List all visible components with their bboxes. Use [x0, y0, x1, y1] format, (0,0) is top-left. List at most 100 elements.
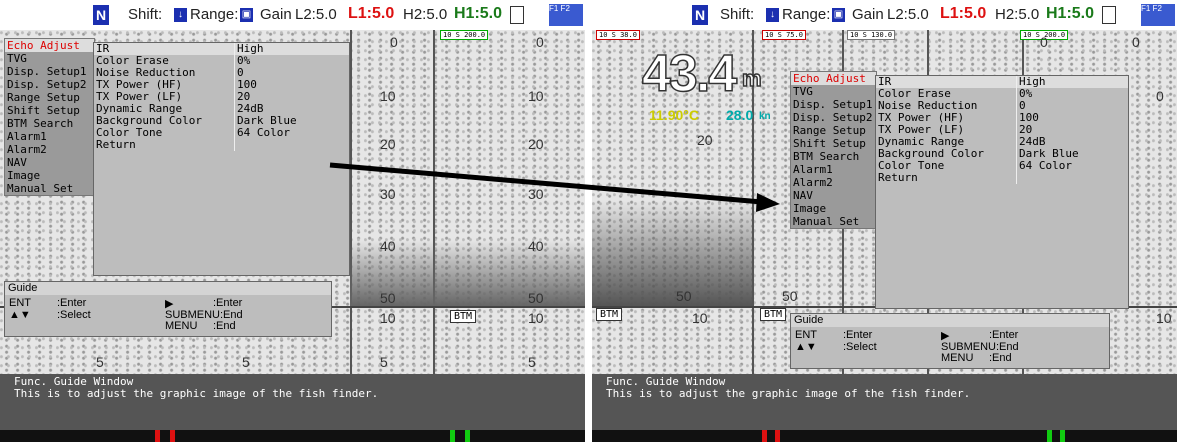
guide-end-desc: :End [989, 352, 1012, 364]
setting-label: Return [878, 171, 918, 184]
setting-row-return[interactable]: Return [94, 139, 349, 151]
menu-item-alarm1[interactable]: Alarm1 [5, 130, 94, 143]
divider-line [433, 30, 435, 375]
function-key-icon[interactable]: F1 F2 [1141, 4, 1175, 26]
menu-item-shift-setup[interactable]: Shift Setup [791, 137, 876, 150]
scale-5-c: 5 [380, 354, 388, 370]
gain-label: Gain [852, 6, 884, 23]
guide-updown-icon: ▲▼ [795, 341, 817, 353]
range-box-2: 10 S 75.0 [762, 30, 806, 40]
menu-item-nav[interactable]: NAV [791, 189, 876, 202]
menu-item-echo-adjust[interactable]: Echo Adjust [5, 39, 94, 52]
menu-item-disp-setup1[interactable]: Disp. Setup1 [791, 98, 876, 111]
status-bar: N Shift: ↓ Range: ▣ Gain L2:5.0 L1:5.0 H… [0, 0, 585, 30]
scale-10: 10 [380, 88, 396, 104]
green-marker [465, 430, 470, 442]
guide-window: Guide ENT :Enter ▲▼ :Select ▶ :Enter SUB… [4, 281, 332, 337]
gain-l2: L2:5.0 [887, 6, 929, 23]
scale-10-right: 10 [1156, 310, 1172, 326]
menu-item-alarm2[interactable]: Alarm2 [791, 176, 876, 189]
func-guide-title: Func. Guide Window [606, 375, 726, 388]
setting-value: High [234, 43, 349, 55]
btm-badge: BTM [596, 308, 623, 321]
scale-10-lower: 10 [380, 310, 396, 326]
depth-readout: 43.4 [641, 44, 738, 104]
scale-5-d: 5 [528, 354, 536, 370]
scale-0: 0 [390, 34, 398, 50]
red-marker [155, 430, 160, 442]
menu-item-disp-setup2[interactable]: Disp. Setup2 [5, 78, 94, 91]
menu-item-btm-search[interactable]: BTM Search [5, 117, 94, 130]
function-key-icon[interactable]: F1 F2 [549, 4, 583, 26]
func-guide-window: Func. Guide Window This is to adjust the… [0, 374, 585, 430]
setting-value [1016, 172, 1128, 184]
guide-ent-desc: :Enter [57, 297, 87, 309]
scale-50: 50 [676, 288, 692, 304]
menu-item-btm-search[interactable]: BTM Search [791, 150, 876, 163]
func-guide-text: This is to adjust the graphic image of t… [14, 387, 379, 400]
scale-5-b: 5 [242, 354, 250, 370]
setting-value: 100 [234, 79, 349, 91]
scale-50: 50 [380, 290, 396, 306]
shift-label: Shift: [128, 6, 163, 23]
menu-item-tvg[interactable]: TVG [791, 85, 876, 98]
menu-item-image[interactable]: Image [791, 202, 876, 215]
divider-line [350, 30, 352, 375]
menu-item-manual-set[interactable]: Manual Set [5, 182, 94, 195]
guide-select-desc: :Select [843, 341, 877, 353]
scale-20: 20 [380, 136, 396, 152]
depth-unit: m [741, 65, 762, 92]
setting-value: High [1016, 76, 1128, 88]
speed-unit: kn [759, 111, 771, 122]
scale-20: 20 [697, 132, 713, 148]
menu-item-echo-adjust[interactable]: Echo Adjust [791, 72, 876, 85]
range-label: Range: [190, 6, 239, 23]
shift-icon: ↓ [174, 8, 187, 22]
gain-h2: H2:5.0 [995, 6, 1040, 23]
scale-0-right: 0 [1156, 88, 1164, 104]
menu-item-alarm1[interactable]: Alarm1 [791, 163, 876, 176]
range-icon: ▣ [240, 8, 253, 22]
guide-updown-icon: ▲▼ [9, 309, 31, 321]
speed-readout: 28.0 [726, 107, 754, 123]
main-menu: Echo Adjust TVG Disp. Setup1 Disp. Setup… [790, 71, 877, 229]
scale-50-right: 50 [528, 290, 544, 306]
setting-value: 0% [234, 55, 349, 67]
echo-adjust-settings: IR High Color Erase 0% Noise Reduction 0 TX… [875, 75, 1129, 309]
menu-item-range-setup[interactable]: Range Setup [791, 124, 876, 137]
menu-item-image[interactable]: Image [5, 169, 94, 182]
setting-value: 64 Color [1016, 160, 1128, 172]
setting-row-return[interactable]: Return [876, 172, 1128, 184]
menu-item-nav[interactable]: NAV [5, 156, 94, 169]
scale-0: 0 [1040, 34, 1048, 50]
setting-value [234, 139, 349, 151]
guide-title: Guide [791, 314, 1109, 327]
scale-30: 30 [380, 186, 396, 202]
north-indicator: N [93, 5, 109, 25]
range-box-1: 10 S 38.0 [596, 30, 640, 40]
menu-item-disp-setup1[interactable]: Disp. Setup1 [5, 65, 94, 78]
scale-0-right: 0 [536, 34, 544, 50]
status-bar: N Shift: ↓ Range: ▣ Gain L2:5.0 L1:5.0 H… [592, 0, 1177, 30]
guide-enter2-desc: :Enter [989, 329, 1019, 341]
menu-item-range-setup[interactable]: Range Setup [5, 91, 94, 104]
green-marker [1047, 430, 1052, 442]
menu-item-alarm2[interactable]: Alarm2 [5, 143, 94, 156]
setting-value: 100 [1016, 112, 1128, 124]
guide-ent-desc: :Enter [843, 329, 873, 341]
seabed-echo [592, 200, 752, 306]
guide-end-desc: :End [213, 320, 236, 332]
memory-icon [1102, 6, 1116, 24]
menu-item-shift-setup[interactable]: Shift Setup [5, 104, 94, 117]
red-marker [775, 430, 780, 442]
red-marker [762, 430, 767, 442]
guide-title: Guide [5, 282, 331, 295]
gain-h1: H1:5.0 [1046, 5, 1095, 22]
scale-10-right: 10 [528, 88, 544, 104]
menu-item-disp-setup2[interactable]: Disp. Setup2 [791, 111, 876, 124]
menu-item-tvg[interactable]: TVG [5, 52, 94, 65]
range-box: 10 S 200.0 [440, 30, 489, 40]
scale-40: 40 [380, 238, 396, 254]
func-guide-title: Func. Guide Window [14, 375, 134, 388]
menu-item-manual-set[interactable]: Manual Set [791, 215, 876, 228]
